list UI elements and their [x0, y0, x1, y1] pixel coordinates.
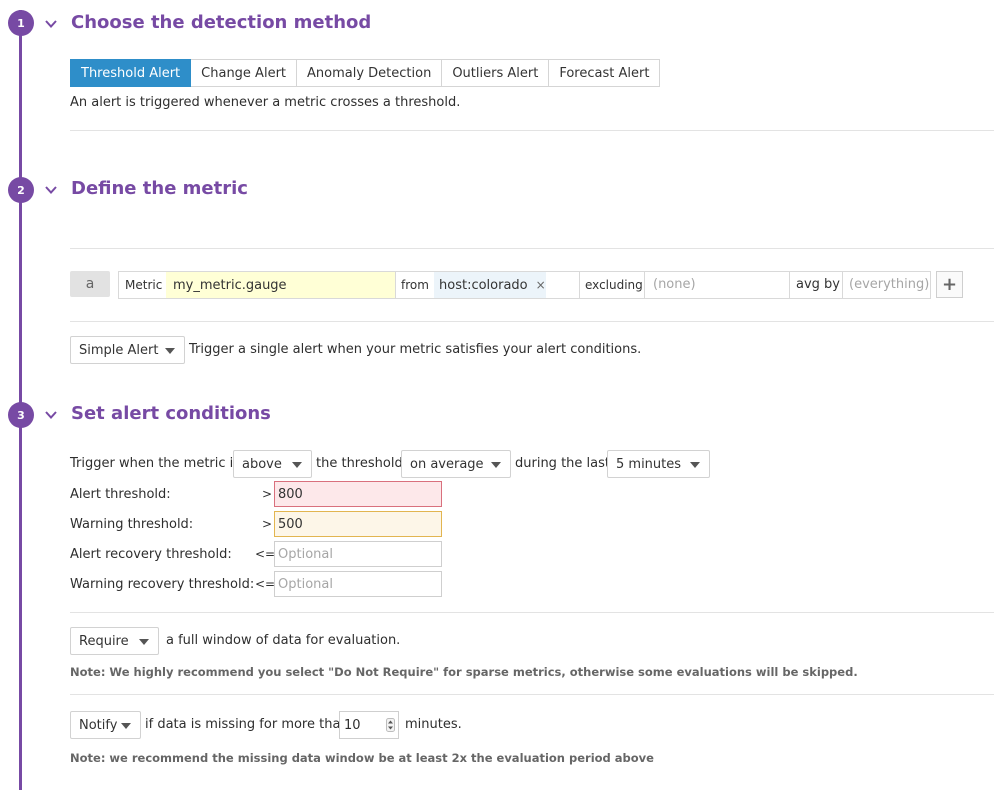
warning-recovery-label: Warning recovery threshold: [70, 577, 255, 592]
step-2-badge: 2 [8, 177, 34, 203]
require-text: a full window of data for evaluation. [166, 633, 401, 648]
divider [70, 130, 994, 131]
excluding-label: excluding [585, 278, 643, 292]
window-value: 5 minutes [616, 456, 682, 472]
warning-threshold-label: Warning threshold: [70, 517, 194, 532]
alert-threshold-input[interactable] [274, 481, 442, 507]
missing-minutes-stepper[interactable]: 10 [339, 711, 399, 739]
aggregation-select[interactable]: on average [401, 450, 511, 478]
caret-down-icon [139, 639, 149, 645]
warning-threshold-op: > [262, 517, 273, 531]
avg-by-label: avg by [796, 277, 840, 292]
caret-down-icon [121, 723, 131, 729]
threshold-text: the threshold [316, 456, 403, 471]
alert-type-description: Trigger a single alert when your metric … [189, 342, 642, 357]
query-letter-badge: a [70, 271, 110, 297]
tab-forecast-alert[interactable]: Forecast Alert [549, 59, 661, 87]
chevron-down-icon[interactable] [44, 17, 58, 31]
step-rail [19, 10, 22, 790]
alert-threshold-label: Alert threshold: [70, 487, 171, 502]
comparison-value: above [242, 456, 282, 472]
aggregation-value: on average [410, 456, 484, 472]
require-note: Note: We highly recommend you select "Do… [70, 665, 858, 679]
from-tag[interactable]: host:colorado × [434, 272, 546, 298]
caret-down-icon [292, 462, 302, 468]
stepper-arrows-icon[interactable] [386, 718, 395, 732]
metric-label: Metric [125, 278, 163, 292]
tab-change-alert[interactable]: Change Alert [191, 59, 298, 87]
warning-threshold-input[interactable] [274, 511, 442, 537]
metric-name-input[interactable]: my_metric.gauge [166, 272, 395, 298]
add-query-button[interactable]: + [936, 271, 963, 298]
trigger-prefix: Trigger when the metric is [70, 456, 241, 471]
section-title-metric: Define the metric [71, 178, 248, 199]
window-select[interactable]: 5 minutes [607, 450, 710, 478]
caret-down-icon [690, 462, 700, 468]
detection-description: An alert is triggered whenever a metric … [70, 95, 461, 110]
warning-recovery-input[interactable] [274, 571, 442, 597]
warning-recovery-op: <= [255, 577, 276, 591]
tab-threshold-alert[interactable]: Threshold Alert [70, 59, 192, 87]
alert-recovery-op: <= [255, 547, 276, 561]
detection-method-tabs: Threshold Alert Change Alert Anomaly Det… [70, 59, 661, 87]
divider [70, 612, 994, 613]
alert-type-value: Simple Alert [79, 342, 159, 358]
from-tag-label: host:colorado [439, 277, 528, 293]
notify-note: Note: we recommend the missing data wind… [70, 751, 654, 765]
from-label: from [401, 278, 429, 292]
notify-value: Notify [79, 717, 118, 733]
tab-outliers-alert[interactable]: Outliers Alert [442, 59, 550, 87]
missing-minutes-value: 10 [344, 717, 361, 733]
remove-tag-icon[interactable]: × [536, 278, 546, 292]
divider [70, 694, 994, 695]
chevron-down-icon[interactable] [44, 408, 58, 422]
chevron-down-icon[interactable] [44, 183, 58, 197]
alert-recovery-input[interactable] [274, 541, 442, 567]
step-3-badge: 3 [8, 402, 34, 428]
step-1-badge: 1 [8, 10, 34, 36]
tab-anomaly-detection[interactable]: Anomaly Detection [297, 59, 443, 87]
avg-by-input[interactable]: (everything) [849, 277, 929, 292]
section-title-detection: Choose the detection method [71, 12, 372, 33]
alert-recovery-label: Alert recovery threshold: [70, 547, 232, 562]
during-text: during the last [515, 456, 610, 471]
notify-select[interactable]: Notify [70, 711, 141, 739]
require-value: Require [79, 633, 129, 649]
notify-text: if data is missing for more than [145, 717, 349, 732]
caret-down-icon [491, 462, 501, 468]
require-select[interactable]: Require [70, 627, 159, 655]
excluding-input[interactable]: (none) [653, 277, 696, 292]
section-title-conditions: Set alert conditions [71, 403, 271, 424]
divider [70, 321, 994, 322]
caret-down-icon [165, 348, 175, 354]
divider [70, 248, 994, 249]
alert-threshold-op: > [262, 487, 273, 501]
comparison-select[interactable]: above [233, 450, 312, 478]
notify-unit: minutes. [405, 717, 462, 732]
alert-type-select[interactable]: Simple Alert [70, 336, 185, 364]
